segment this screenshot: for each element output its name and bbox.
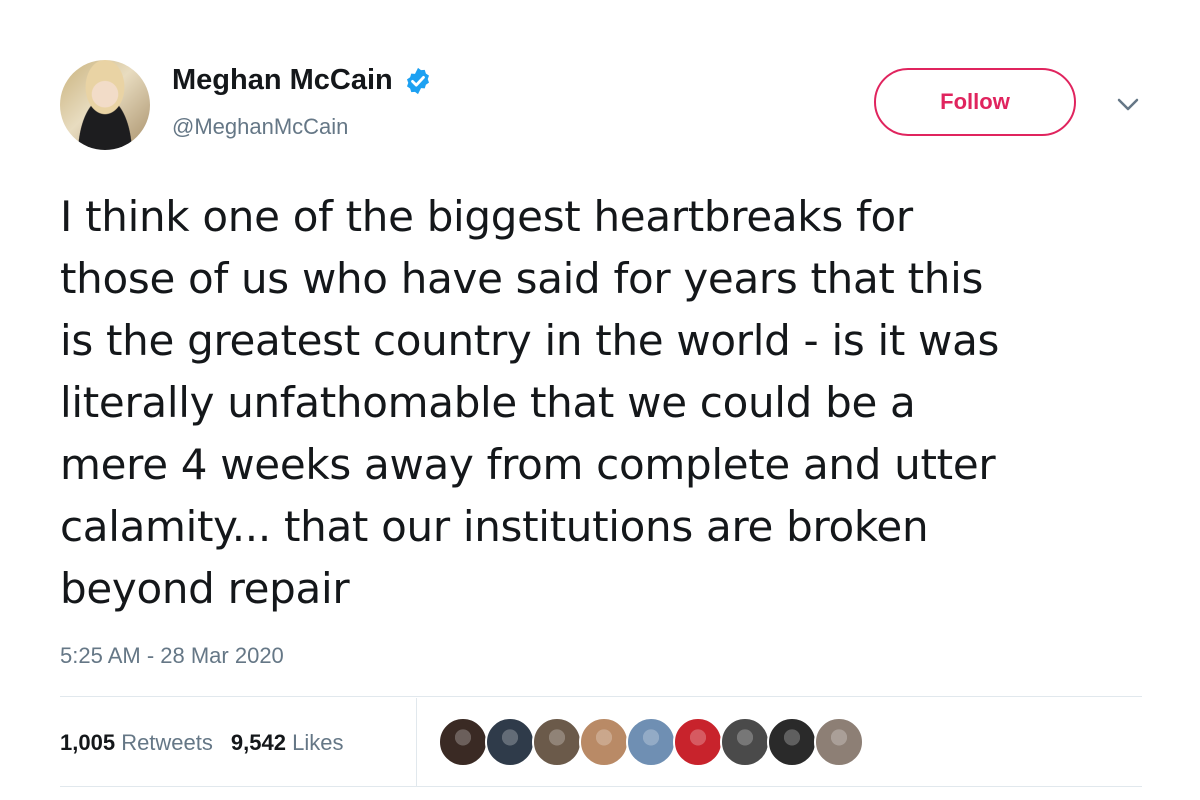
liker-avatar-9[interactable] [814,717,864,767]
liker-avatar-1[interactable] [438,717,488,767]
author-handle[interactable]: @MeghanMcCain [172,114,348,140]
tweet-line: literally unfathomable that we could be … [60,378,916,427]
author-name[interactable]: Meghan McCain [172,64,393,97]
liker-avatar-8[interactable] [767,717,817,767]
stats-divider [416,698,417,786]
tweet-line: mere 4 weeks away from complete and utte… [60,440,996,489]
liker-avatar-6[interactable] [673,717,723,767]
tweet-line: those of us who have said for years that… [60,254,984,303]
retweets-stat[interactable]: 1,005 Retweets [60,730,213,756]
follow-button[interactable]: Follow [874,68,1076,136]
author-avatar[interactable] [60,60,150,150]
liker-avatars [438,717,864,767]
tweet-stats: 1,005 Retweets 9,542 Likes [60,730,343,756]
retweets-count: 1,005 [60,730,116,755]
tweet-line: is the greatest country in the world - i… [60,316,1000,365]
divider-bottom [60,786,1142,787]
tweet-timestamp[interactable]: 5:25 AM - 28 Mar 2020 [60,643,284,669]
liker-avatar-3[interactable] [532,717,582,767]
likes-count: 9,542 [230,730,286,755]
chevron-down-icon[interactable] [1112,94,1144,116]
verified-badge-icon [406,67,429,94]
liker-avatar-2[interactable] [485,717,535,767]
likes-stat[interactable]: 9,542 Likes [231,730,344,756]
liker-avatar-4[interactable] [579,717,629,767]
retweets-label: Retweets [121,730,213,755]
tweet-line: calamity... that our institutions are br… [60,502,929,551]
likes-label: Likes [292,730,344,755]
divider-top [60,696,1142,697]
tweet-line: I think one of the biggest heartbreaks f… [60,192,913,241]
liker-avatar-5[interactable] [626,717,676,767]
tweet-text: I think one of the biggest heartbreaks f… [60,186,1150,620]
author-name-row[interactable]: Meghan McCain [172,64,433,97]
tweet-line: beyond repair [60,564,350,613]
liker-avatar-7[interactable] [720,717,770,767]
